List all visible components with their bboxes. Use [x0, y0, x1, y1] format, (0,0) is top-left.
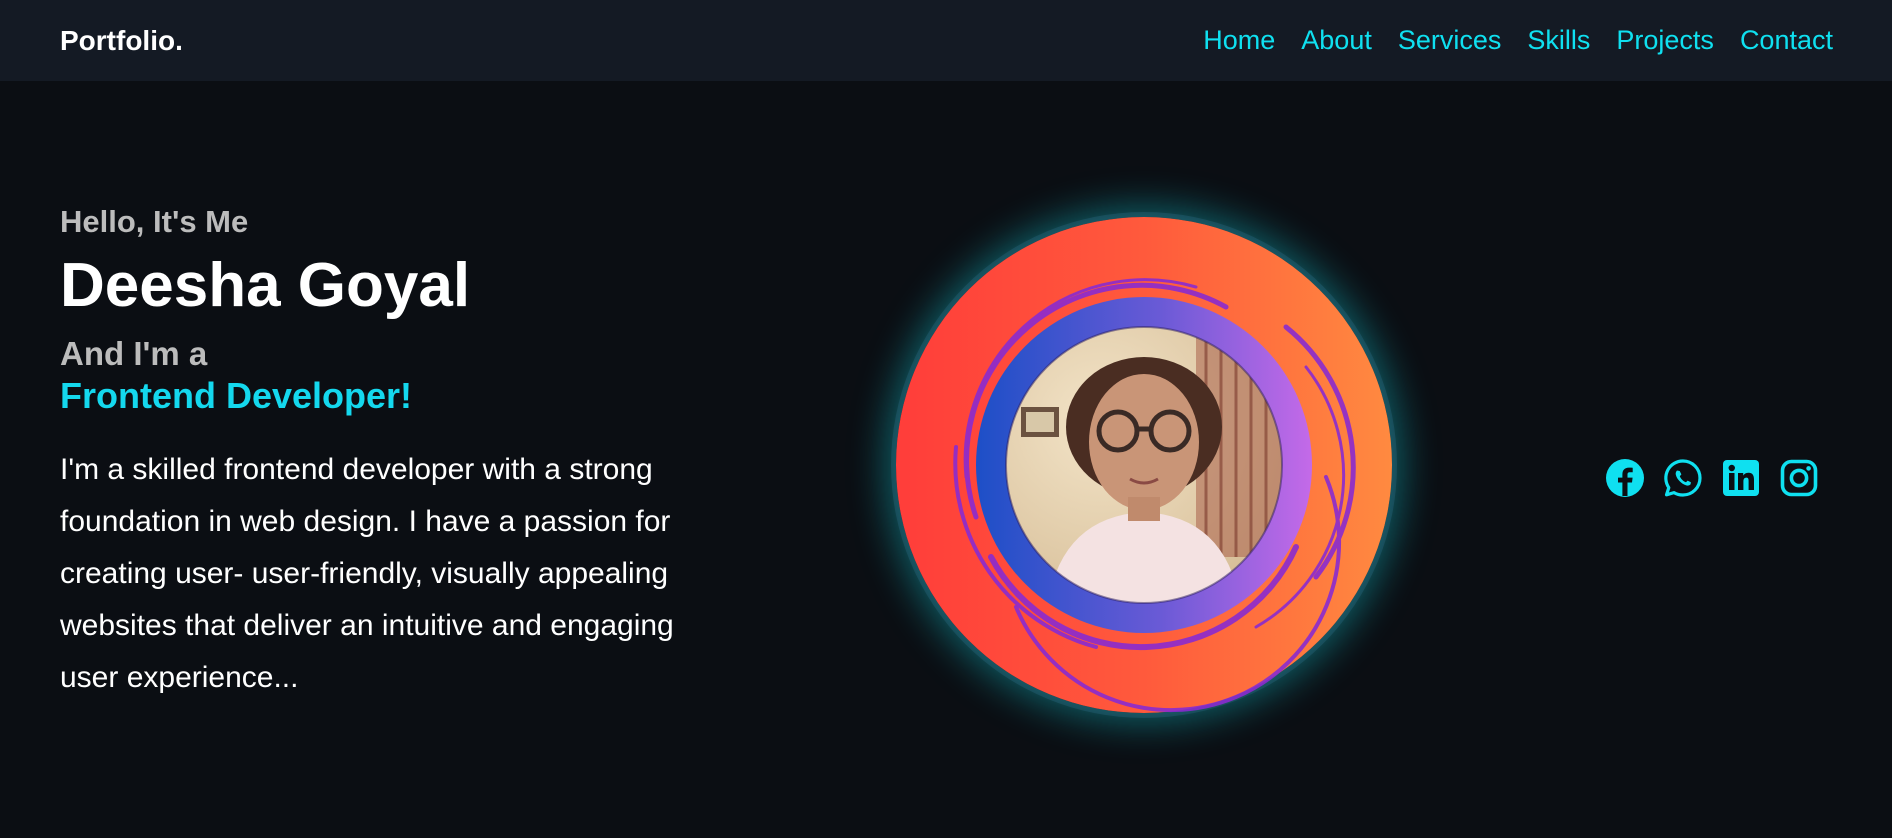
hero-name: Deesha Goyal [60, 251, 471, 320]
logo[interactable]: Portfolio. [60, 25, 183, 57]
hero-intro: Hello, It's Me Deesha Goyal And I'm a Fr… [60, 202, 700, 704]
nav-link-projects[interactable]: Projects [1616, 25, 1714, 56]
nav-link-contact[interactable]: Contact [1740, 25, 1833, 56]
role-title: Frontend Developer! [60, 375, 413, 416]
linkedin-icon[interactable] [1721, 458, 1761, 498]
whatsapp-icon[interactable] [1663, 458, 1703, 498]
greeting: Hello, It's Me [60, 204, 249, 239]
navbar: Portfolio. Home About Services Skills Pr… [0, 0, 1892, 81]
role-prefix: And I'm a [60, 335, 208, 372]
instagram-icon[interactable] [1779, 458, 1819, 498]
nav-link-skills[interactable]: Skills [1527, 25, 1590, 56]
nav-links: Home About Services Skills Projects Cont… [1203, 25, 1833, 56]
profile-photo [896, 217, 1392, 713]
bio-text: I'm a skilled frontend developer with a … [60, 453, 674, 694]
profile-photo-frame [896, 217, 1392, 713]
social-links [1605, 458, 1819, 498]
facebook-icon[interactable] [1605, 458, 1645, 498]
nav-link-services[interactable]: Services [1398, 25, 1502, 56]
nav-link-home[interactable]: Home [1203, 25, 1275, 56]
nav-link-about[interactable]: About [1301, 25, 1372, 56]
